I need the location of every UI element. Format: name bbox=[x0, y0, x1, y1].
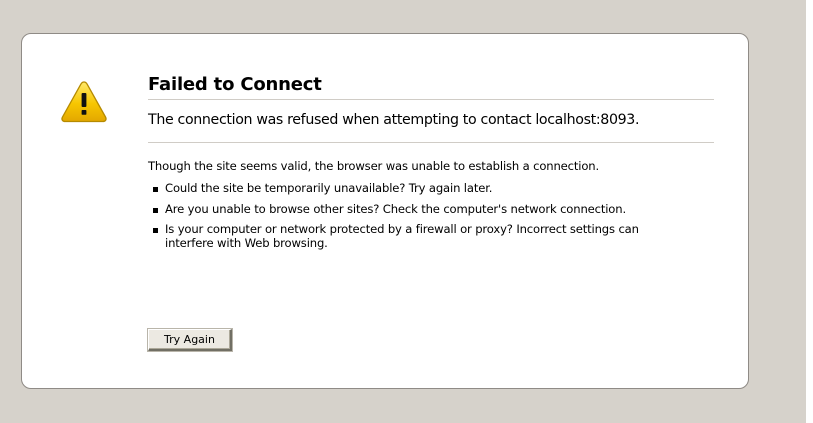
suggestion-list: Could the site be temporarily unavailabl… bbox=[148, 181, 714, 250]
suggestion-text: Are you unable to browse other sites? Ch… bbox=[165, 201, 626, 216]
suggestion-item: Are you unable to browse other sites? Ch… bbox=[148, 201, 665, 217]
error-short-description: The connection was refused when attempti… bbox=[148, 100, 714, 143]
try-again-button[interactable]: Try Again bbox=[148, 329, 232, 351]
error-content: Failed to Connect The connection was ref… bbox=[148, 72, 714, 257]
suggestion-text: Is your computer or network protected by… bbox=[165, 222, 639, 250]
bullet-icon bbox=[153, 187, 158, 192]
warning-triangle-icon bbox=[59, 79, 109, 124]
error-title: Failed to Connect bbox=[148, 72, 714, 100]
bullet-icon bbox=[153, 228, 158, 233]
error-page-container: Failed to Connect The connection was ref… bbox=[21, 33, 749, 389]
bullet-icon bbox=[153, 207, 158, 213]
suggestion-item: Is your computer or network protected by… bbox=[148, 222, 665, 250]
error-long-intro: Though the site seems valid, the browser… bbox=[148, 159, 600, 173]
error-long-description: Though the site seems valid, the browser… bbox=[148, 143, 714, 250]
suggestion-item: Could the site be temporarily unavailabl… bbox=[148, 181, 665, 196]
suggestion-text: Could the site be temporarily unavailabl… bbox=[165, 181, 493, 195]
window-edge bbox=[806, 0, 813, 423]
